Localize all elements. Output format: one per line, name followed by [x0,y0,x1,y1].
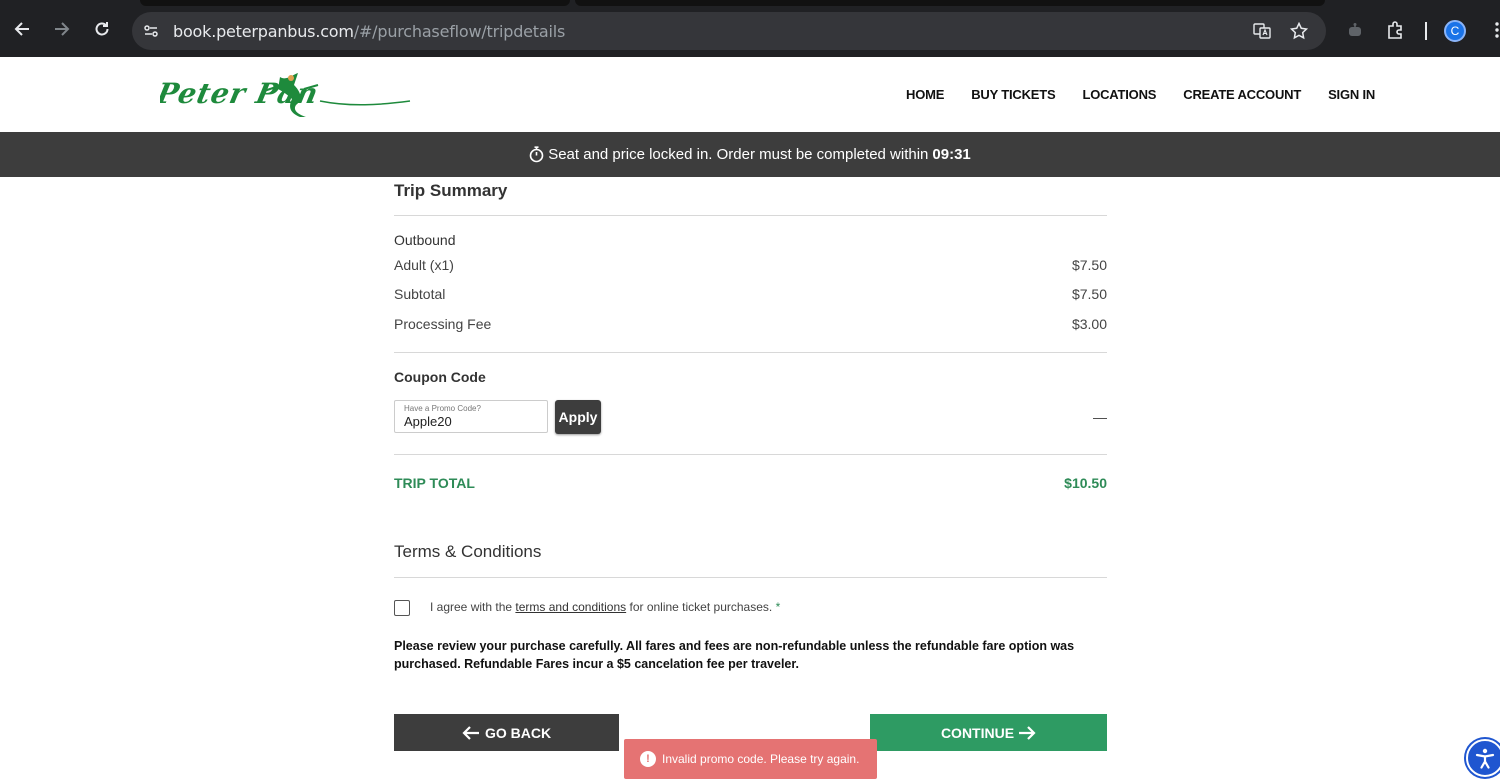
fare-line-value: $3.00 [1071,316,1107,332]
trip-total-value: $10.50 [1064,475,1107,491]
accessibility-icon[interactable] [1466,739,1500,777]
nav-create-account[interactable]: CREATE ACCOUNT [1183,87,1301,102]
url-path: /#/purchaseflow/tripdetails [353,22,566,41]
trip-summary-title: Trip Summary [394,181,508,200]
more-menu-icon[interactable] [1486,19,1500,41]
seat-lock-timer-bar: Seat and price locked in. Order must be … [0,132,1500,177]
tab-strip [140,0,570,6]
refund-notice: Please review your purchase carefully. A… [394,639,1075,671]
coupon-discount-value: — [1093,409,1107,425]
continue-button[interactable]: CONTINUE [870,714,1107,751]
back-arrow-icon[interactable] [10,17,34,41]
divider [394,352,1107,353]
go-back-button[interactable]: GO BACK [394,714,619,751]
extensions-puzzle-icon[interactable] [1385,19,1407,41]
agree-prefix: I agree with the [430,600,513,614]
trip-total-label: TRIP TOTAL [394,475,475,491]
nav-sign-in[interactable]: SIGN IN [1328,87,1375,102]
site-header: Peter Pan HOME BUY TICKETS LOCATIONS CRE… [0,57,1500,132]
fare-line-label: Adult (x1) [394,257,454,273]
nav-locations[interactable]: LOCATIONS [1082,87,1156,102]
agree-terms-text: I agree with the terms and conditions fo… [430,600,780,614]
main-navigation: HOME BUY TICKETS LOCATIONS CREATE ACCOUN… [906,87,1402,102]
site-settings-icon[interactable] [141,21,161,41]
divider [394,577,1107,578]
extension-robot-icon[interactable] [1344,19,1366,41]
alert-icon: ! [640,751,656,767]
terms-title: Terms & Conditions [394,542,542,561]
divider [394,215,1107,216]
url-text: book.peterpanbus.com/#/purchaseflow/trip… [173,22,565,41]
promo-code-input[interactable] [404,414,544,429]
arrow-left-icon [462,725,480,741]
fare-line-adult: Adult (x1) $7.50 [394,257,1107,273]
error-toast: ! Invalid promo code. Please try again. [624,739,877,779]
arrow-right-icon [1018,725,1036,741]
fare-line-subtotal: Subtotal $7.50 [394,286,1107,302]
apply-coupon-button[interactable]: Apply [555,400,601,434]
bookmark-star-icon[interactable] [1289,21,1309,41]
nav-home[interactable]: HOME [906,87,944,102]
coupon-title: Coupon Code [394,369,486,385]
profile-avatar[interactable]: C [1444,20,1466,42]
timer-countdown: 09:31 [932,146,971,163]
error-toast-message: Invalid promo code. Please try again. [662,752,860,766]
url-host: book.peterpanbus.com [173,22,354,41]
agree-suffix: for online ticket purchases. [629,600,773,614]
fare-line-value: $7.50 [1071,286,1107,302]
nav-buy-tickets[interactable]: BUY TICKETS [971,87,1055,102]
trip-total-row: TRIP TOTAL $10.50 [394,475,1107,491]
reload-icon[interactable] [90,17,114,41]
fare-line-label: Processing Fee [394,316,492,332]
fare-line-processing-fee: Processing Fee $3.00 [394,316,1107,332]
translate-icon[interactable] [1252,21,1272,41]
peter-pan-logo[interactable]: Peter Pan [153,71,416,119]
fare-line-value: $7.50 [1071,257,1107,273]
address-bar[interactable]: book.peterpanbus.com/#/purchaseflow/trip… [132,12,1326,50]
direction-label: Outbound [394,232,456,248]
required-mark: * [775,600,781,614]
go-back-label: GO BACK [484,724,552,741]
fare-line-label: Subtotal [394,286,446,302]
agree-terms-checkbox[interactable] [394,600,410,616]
terms-link[interactable]: terms and conditions [515,600,626,614]
toolbar-divider [1425,22,1427,40]
divider [394,454,1107,455]
forward-arrow-icon[interactable] [50,17,74,41]
browser-chrome: book.peterpanbus.com/#/purchaseflow/trip… [0,0,1500,57]
tab-strip [575,0,1325,6]
promo-code-label: Have a Promo Code? [404,404,481,413]
continue-label: CONTINUE [940,724,1015,741]
promo-code-field[interactable]: Have a Promo Code? [394,400,548,433]
stopwatch-icon [529,146,544,163]
timer-message: Seat and price locked in. Order must be … [548,146,929,163]
